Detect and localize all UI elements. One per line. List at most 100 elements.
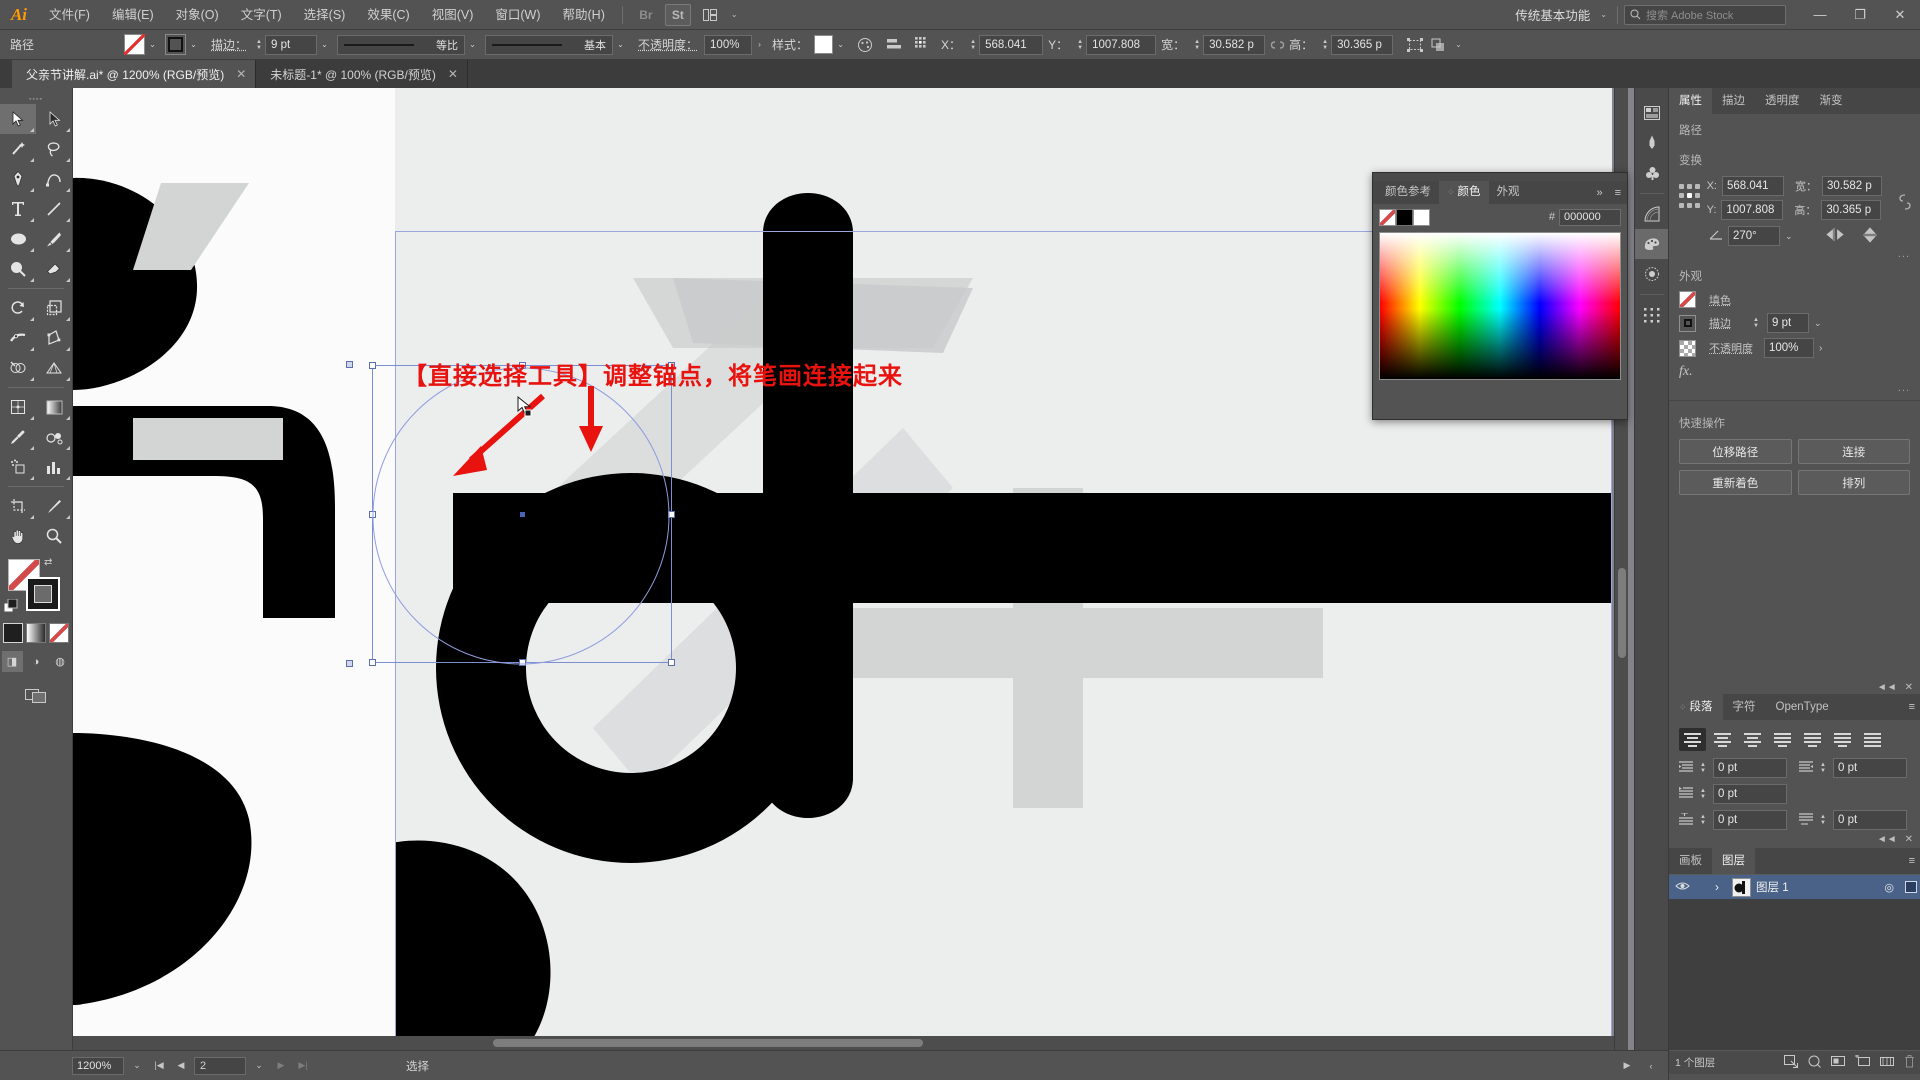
artboard-number-field[interactable]: 2 [194, 1056, 246, 1075]
appearance-more-options-icon[interactable]: ... [1669, 382, 1920, 394]
layers-list-body[interactable] [1669, 900, 1920, 1050]
last-artboard-button[interactable]: ▶| [294, 1057, 312, 1075]
fill-swatch[interactable] [124, 34, 145, 55]
status-collapse-icon[interactable]: ‹ [1642, 1057, 1660, 1075]
eyedropper-tool[interactable] [0, 422, 36, 452]
default-fill-stroke-icon[interactable] [3, 598, 18, 613]
menu-help[interactable]: 帮助(H) [552, 0, 616, 30]
prop-h-field[interactable]: 30.365 p [1821, 200, 1882, 220]
space-after-stepper[interactable]: ▲ ▼ [1817, 810, 1829, 830]
appearance-stroke-swatch[interactable] [1679, 314, 1696, 332]
ref-pt-ml[interactable] [1679, 193, 1684, 199]
opacity-checker-icon[interactable] [1679, 339, 1696, 357]
h-stepper[interactable]: ▲ ▼ [1319, 35, 1331, 55]
paintbrush-tool[interactable] [36, 224, 72, 254]
brush-definition-select[interactable]: 基本 [485, 34, 614, 55]
justify-last-left-button[interactable] [1769, 728, 1796, 751]
layers-panel-menu-icon[interactable]: ≡ [1903, 855, 1920, 867]
canvas-horizontal-scrollbar[interactable] [73, 1036, 1614, 1050]
free-transform-tool[interactable] [36, 323, 72, 353]
quick-action-arrange[interactable]: 排列 [1797, 470, 1910, 495]
quick-action-recolor[interactable]: 重新着色 [1679, 470, 1792, 495]
symbols-icon[interactable] [1635, 158, 1669, 188]
fill-chevron-down-icon[interactable]: ⌄ [145, 34, 160, 55]
arrange-objects-chevron-down-icon[interactable]: ⌄ [1451, 40, 1466, 49]
drawing-mode-behind-icon[interactable]: ◑ [26, 651, 47, 672]
color-panel-titlebar[interactable] [1373, 173, 1627, 181]
menu-window[interactable]: 窗口(W) [484, 0, 551, 30]
artboard-chevron-down-icon[interactable]: ⌄ [250, 1057, 268, 1075]
w-stepper[interactable]: ▲ ▼ [1191, 35, 1203, 55]
align-objects-icon[interactable] [882, 34, 906, 56]
h-field[interactable]: 30.365 p [1331, 34, 1394, 55]
color-spectrum-picker[interactable] [1379, 232, 1621, 380]
mesh-tool[interactable] [0, 392, 36, 422]
paragraph-footer-close-icon[interactable]: ✕ [1905, 834, 1913, 845]
color-white-swatch[interactable] [1413, 208, 1430, 226]
indent-right-stepper[interactable]: ▲ ▼ [1817, 758, 1829, 778]
paragraph-close-icon[interactable]: ✕ [1905, 682, 1913, 693]
shape-builder-tool[interactable] [0, 353, 36, 383]
layer-target-icon[interactable]: ◎ [1884, 881, 1894, 894]
prop-x-field[interactable]: 568.041 [1722, 176, 1784, 196]
width-profile-chevron-down-icon[interactable]: ⌄ [465, 34, 480, 55]
style-chevron-down-icon[interactable]: ⌄ [833, 34, 848, 55]
stroke-color-swatch[interactable] [26, 577, 60, 611]
flip-horizontal-icon[interactable] [1825, 228, 1844, 244]
ref-pt-tr[interactable] [1694, 184, 1700, 189]
color-panel-collapse-icon[interactable]: » [1590, 187, 1608, 199]
first-artboard-button[interactable]: |◀ [150, 1057, 168, 1075]
paragraph-panel-menu-icon[interactable]: ≡ [1903, 701, 1920, 713]
space-before-field[interactable]: 0 pt [1713, 810, 1787, 830]
libraries-icon[interactable] [1635, 98, 1669, 128]
maximize-button[interactable]: ❐ [1840, 1, 1880, 29]
drawing-mode-inside-icon[interactable]: ◍ [50, 651, 71, 672]
space-after-field[interactable]: 0 pt [1833, 810, 1907, 830]
screen-mode-toggle[interactable] [0, 686, 72, 704]
layer-row[interactable]: › 图层 1 ◎ [1669, 874, 1920, 900]
opacity-expand-icon[interactable]: › [752, 34, 767, 55]
appearance-opacity-field[interactable]: 100% [1764, 338, 1814, 358]
menu-select[interactable]: 选择(S) [293, 0, 357, 30]
align-left-button[interactable] [1679, 728, 1706, 751]
layer-expand-chevron-icon[interactable]: › [1715, 880, 1727, 894]
swap-fill-stroke-icon[interactable]: ⇄ [44, 557, 52, 568]
free-transform-icon[interactable] [1403, 34, 1427, 56]
width-tool[interactable] [0, 323, 36, 353]
direct-selection-tool[interactable] [36, 104, 72, 134]
w-field[interactable]: 30.582 p [1203, 34, 1266, 55]
space-before-stepper[interactable]: ▲ ▼ [1697, 810, 1709, 830]
quick-action-offset-path[interactable]: 位移路径 [1679, 439, 1792, 464]
tab-stroke[interactable]: 描边 [1712, 88, 1755, 114]
document-tab-1-close-icon[interactable]: ✕ [236, 67, 246, 81]
stock-icon[interactable]: St [664, 3, 691, 26]
x-field[interactable]: 568.041 [979, 34, 1044, 55]
align-center-button[interactable] [1709, 728, 1736, 751]
slice-tool[interactable] [36, 491, 72, 521]
tab-color[interactable]: ⁘ 颜色 [1439, 181, 1489, 204]
previous-artboard-button[interactable]: ◀ [172, 1057, 190, 1075]
hand-tool[interactable] [0, 521, 36, 551]
zoom-chevron-down-icon[interactable]: ⌄ [128, 1057, 146, 1075]
arrange-chevron-down-icon[interactable]: ⌄ [727, 10, 742, 19]
stroke-weight-stepper[interactable]: ▲ ▼ [253, 35, 265, 55]
rotate-tool[interactable] [0, 293, 36, 323]
first-line-indent-stepper[interactable]: ▲ ▼ [1697, 784, 1709, 804]
drawing-mode-normal-icon[interactable]: ◨ [1, 651, 23, 672]
new-sublayer-icon[interactable] [1831, 1055, 1845, 1070]
color-panel[interactable]: 颜色参考 ⁘ 颜色 外观 » ≡ # 000000 [1372, 172, 1628, 420]
magic-wand-tool[interactable] [0, 134, 36, 164]
prop-w-field[interactable]: 30.582 p [1822, 176, 1882, 196]
vertical-scroll-thumb[interactable] [1618, 568, 1626, 658]
stroke-chevron-down-icon[interactable]: ⌄ [186, 34, 201, 55]
document-tab-2-close-icon[interactable]: ✕ [448, 67, 458, 81]
color-mode-solid-button[interactable] [3, 623, 23, 643]
swatches-icon[interactable] [1635, 229, 1669, 259]
tab-opentype[interactable]: OpenType [1766, 694, 1839, 720]
color-mode-gradient-button[interactable] [26, 623, 46, 643]
symbol-sprayer-tool[interactable] [0, 452, 36, 482]
brush-definition-chevron-down-icon[interactable]: ⌄ [613, 34, 628, 55]
transform-more-options-icon[interactable]: ... [1669, 248, 1920, 260]
minimize-button[interactable]: — [1800, 1, 1840, 29]
status-expand-icon[interactable]: ▶ [1618, 1057, 1636, 1075]
